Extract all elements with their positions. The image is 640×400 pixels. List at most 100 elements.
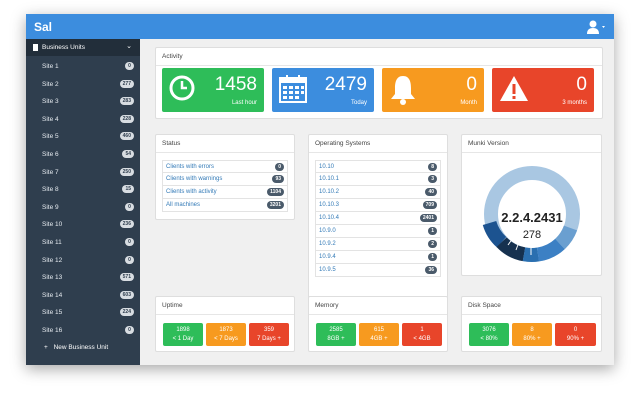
os-version-row[interactable]: 10.10.2 40 xyxy=(315,186,441,199)
os-version-row[interactable]: 10.9.2 2 xyxy=(315,238,441,251)
status-row-count-badge: 0 xyxy=(275,163,284,171)
operating-systems-title: Operating Systems xyxy=(315,140,371,147)
plus-icon: + xyxy=(44,344,48,351)
uptime-cell[interactable]: 1898 < 1 Day xyxy=(163,323,203,346)
user-menu-icon[interactable] xyxy=(586,19,608,35)
sidebar-item-site[interactable]: Site 13 571 xyxy=(26,269,140,286)
memory-value: 1 xyxy=(420,327,424,333)
sidebar-item-count-badge: 15 xyxy=(122,185,134,194)
sidebar-item-count-badge: 228 xyxy=(119,114,134,123)
sidebar-item-site[interactable]: Site 9 0 xyxy=(26,199,140,216)
activity-label: 3 months xyxy=(562,100,587,106)
status-row[interactable]: Clients with warnings 93 xyxy=(162,173,288,186)
memory-label: 4GB + xyxy=(370,336,388,342)
sidebar-item-count-badge: 0 xyxy=(125,326,134,334)
os-version-row-label: 10.10 xyxy=(319,164,335,170)
os-version-row-label: 10.9.5 xyxy=(319,267,336,273)
sidebar-item-count-badge: 571 xyxy=(119,273,134,282)
munki-version-panel: Munki Version 2.2.4.2431 278 xyxy=(461,134,602,276)
status-row[interactable]: Clients with activity 1104 xyxy=(162,186,288,199)
os-version-row-count-badge: 1 xyxy=(428,227,437,235)
new-business-unit-link[interactable]: + New Business Unit xyxy=(44,344,108,351)
status-row-count-badge: 1104 xyxy=(267,188,284,196)
os-version-row[interactable]: 10.10.4 2401 xyxy=(315,212,441,225)
bell-icon xyxy=(391,76,415,105)
os-version-row-count-badge: 3 xyxy=(428,175,437,183)
uptime-label: < 1 Day xyxy=(172,336,194,342)
sidebar-item-count-badge: 283 xyxy=(119,97,134,106)
disk-space-cell[interactable]: 3076 < 80% xyxy=(469,323,509,346)
sidebar-item-count-badge: 250 xyxy=(119,167,134,176)
sidebar-item-label: Site 16 xyxy=(42,327,63,334)
sidebar-item-site[interactable]: Site 1 0 xyxy=(26,58,140,75)
sidebar-item-site[interactable]: Site 14 603 xyxy=(26,287,140,304)
os-version-row[interactable]: 10.10.1 3 xyxy=(315,173,441,186)
memory-cell[interactable]: 1 < 4GB xyxy=(402,323,442,346)
memory-cell[interactable]: 2585 8GB + xyxy=(316,323,356,346)
sidebar-item-site[interactable]: Site 16 0 xyxy=(26,322,140,339)
disk-space-title: Disk Space xyxy=(468,302,501,309)
disk-space-cell[interactable]: 0 90% + xyxy=(555,323,596,346)
os-version-row[interactable]: 10.10 8 xyxy=(315,160,441,173)
status-row[interactable]: All machines 3201 xyxy=(162,199,288,212)
os-version-row-count-badge: 709 xyxy=(422,201,437,209)
warning-icon xyxy=(500,76,528,101)
activity-tile-month[interactable]: 0 Month xyxy=(382,68,484,112)
os-version-row-label: 10.9.2 xyxy=(319,241,336,247)
activity-label: Last hour xyxy=(231,100,257,106)
sidebar-item-site[interactable]: Site 2 277 xyxy=(26,76,140,93)
app-title[interactable]: Sal xyxy=(34,20,52,34)
os-version-row-label: 10.9.4 xyxy=(319,254,336,260)
sidebar-item-site[interactable]: Site 11 0 xyxy=(26,234,140,251)
sidebar-item-count-badge: 224 xyxy=(119,308,134,317)
sidebar-item-count-badge: 54 xyxy=(122,150,134,158)
activity-tile-3-months[interactable]: 0 3 months xyxy=(492,68,594,112)
activity-tile-last-hour[interactable]: 1458 Last hour xyxy=(162,68,264,112)
sidebar-item-site[interactable]: Site 7 250 xyxy=(26,164,140,181)
os-version-row[interactable]: 10.9.0 1 xyxy=(315,225,441,238)
sidebar-item-label: Site 13 xyxy=(42,274,63,282)
sidebar-item-label: Site 12 xyxy=(42,256,63,264)
os-version-row[interactable]: 10.9.5 36 xyxy=(315,264,441,277)
memory-panel: Memory 2585 8GB + 615 4GB + 1 < 4GB xyxy=(308,296,448,352)
activity-label: Month xyxy=(460,100,477,106)
status-row-count-badge: 3201 xyxy=(266,201,284,209)
sidebar-item-site[interactable]: Site 12 0 xyxy=(26,252,140,269)
building-icon xyxy=(33,44,38,51)
sidebar-item-site[interactable]: Site 10 236 xyxy=(26,216,140,233)
sidebar-item-site[interactable]: Site 3 283 xyxy=(26,93,140,110)
disk-space-label: 80% + xyxy=(523,336,541,342)
os-version-row-count-badge: 2401 xyxy=(419,214,437,222)
uptime-cell[interactable]: 359 7 Days + xyxy=(249,323,289,346)
sidebar-item-site[interactable]: Site 6 54 xyxy=(26,146,140,163)
clock-icon xyxy=(169,75,195,101)
status-row-label: Clients with activity xyxy=(166,189,217,195)
sidebar-item-label: Site 4 xyxy=(42,115,59,123)
munki-version-title: Munki Version xyxy=(468,140,509,147)
business-units-header[interactable]: Business Units ⌄ xyxy=(26,39,140,56)
munki-version-donut[interactable]: 2.2.4.2431 278 xyxy=(462,154,603,276)
sidebar: Business Units ⌄ Site 1 0 Site 2 277 Site 32… xyxy=(26,39,140,365)
memory-cell[interactable]: 615 4GB + xyxy=(359,323,399,346)
sidebar-item-label: Site 5 xyxy=(42,133,59,141)
activity-title: Activity xyxy=(162,53,183,60)
sidebar-item-count-badge: 0 xyxy=(125,202,134,211)
sidebar-item-site[interactable]: Site 15 224 xyxy=(26,304,140,321)
sidebar-item-site[interactable]: Site 5 460 xyxy=(26,128,140,145)
os-version-row[interactable]: 10.10.3 709 xyxy=(315,199,441,212)
uptime-cell[interactable]: 1873 < 7 Days xyxy=(206,323,246,346)
sidebar-item-site[interactable]: Site 8 15 xyxy=(26,181,140,198)
sidebar-item-count-badge: 460 xyxy=(119,132,134,141)
status-row-label: Clients with errors xyxy=(166,164,215,170)
sidebar-item-site[interactable]: Site 4 228 xyxy=(26,111,140,128)
disk-space-value: 3076 xyxy=(482,327,496,333)
os-version-row-count-badge: 1 xyxy=(428,253,437,261)
os-version-row[interactable]: 10.9.4 1 xyxy=(315,251,441,264)
memory-value: 2585 xyxy=(329,327,343,333)
activity-tile-today[interactable]: 2479 Today xyxy=(272,68,374,112)
status-row[interactable]: Clients with errors 0 xyxy=(162,160,288,173)
disk-space-cell[interactable]: 8 80% + xyxy=(512,323,552,346)
sidebar-item-count-badge: 0 xyxy=(125,255,134,264)
status-row-label: Clients with warnings xyxy=(166,176,223,182)
munki-version-value: 2.2.4.2431 xyxy=(501,210,562,225)
